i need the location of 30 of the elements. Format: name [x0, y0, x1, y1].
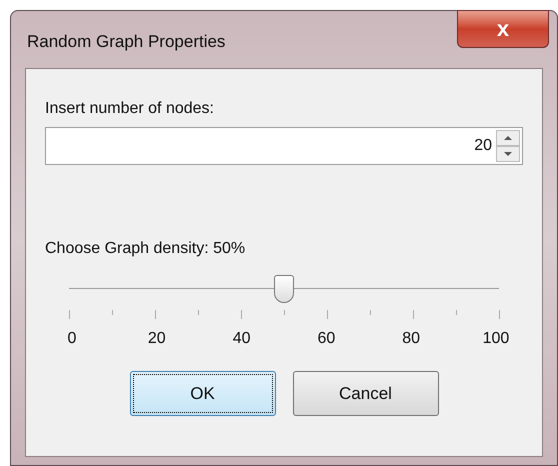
tick-mark	[155, 310, 156, 319]
up-arrow-icon	[504, 136, 512, 140]
tick-mark	[327, 310, 328, 319]
dialog-button[interactable]: Cancel	[292, 371, 438, 416]
slider-thumb[interactable]	[274, 275, 294, 303]
tick-mark	[413, 310, 414, 319]
tick-mark	[241, 310, 242, 319]
tick-mark	[112, 310, 113, 315]
tick-label: 100	[482, 329, 510, 349]
dialog-button[interactable]: OK	[130, 371, 276, 416]
tick-mark	[69, 310, 70, 319]
tick-label: 0	[66, 329, 78, 349]
tick-mark	[456, 310, 457, 315]
nodes-spinbox[interactable]: 20	[45, 127, 523, 165]
down-arrow-icon	[504, 152, 512, 156]
tick-label: 80	[401, 329, 422, 349]
tick-mark	[284, 310, 285, 315]
decrement-button[interactable]	[496, 146, 520, 162]
nodes-value: 20	[474, 136, 492, 156]
close-button[interactable]: x	[457, 10, 549, 48]
tick-label: 40	[232, 329, 252, 349]
tick-label: 20	[146, 329, 167, 349]
tick-mark	[198, 310, 199, 315]
increment-button[interactable]	[496, 130, 520, 146]
window-title: Random Graph Properties	[27, 31, 226, 53]
tick-mark	[499, 310, 500, 319]
density-label: Choose Graph density: 50%	[45, 239, 246, 259]
tick-mark	[370, 310, 371, 315]
nodes-label: Insert number of nodes:	[45, 99, 215, 119]
tick-label: 60	[316, 329, 336, 349]
